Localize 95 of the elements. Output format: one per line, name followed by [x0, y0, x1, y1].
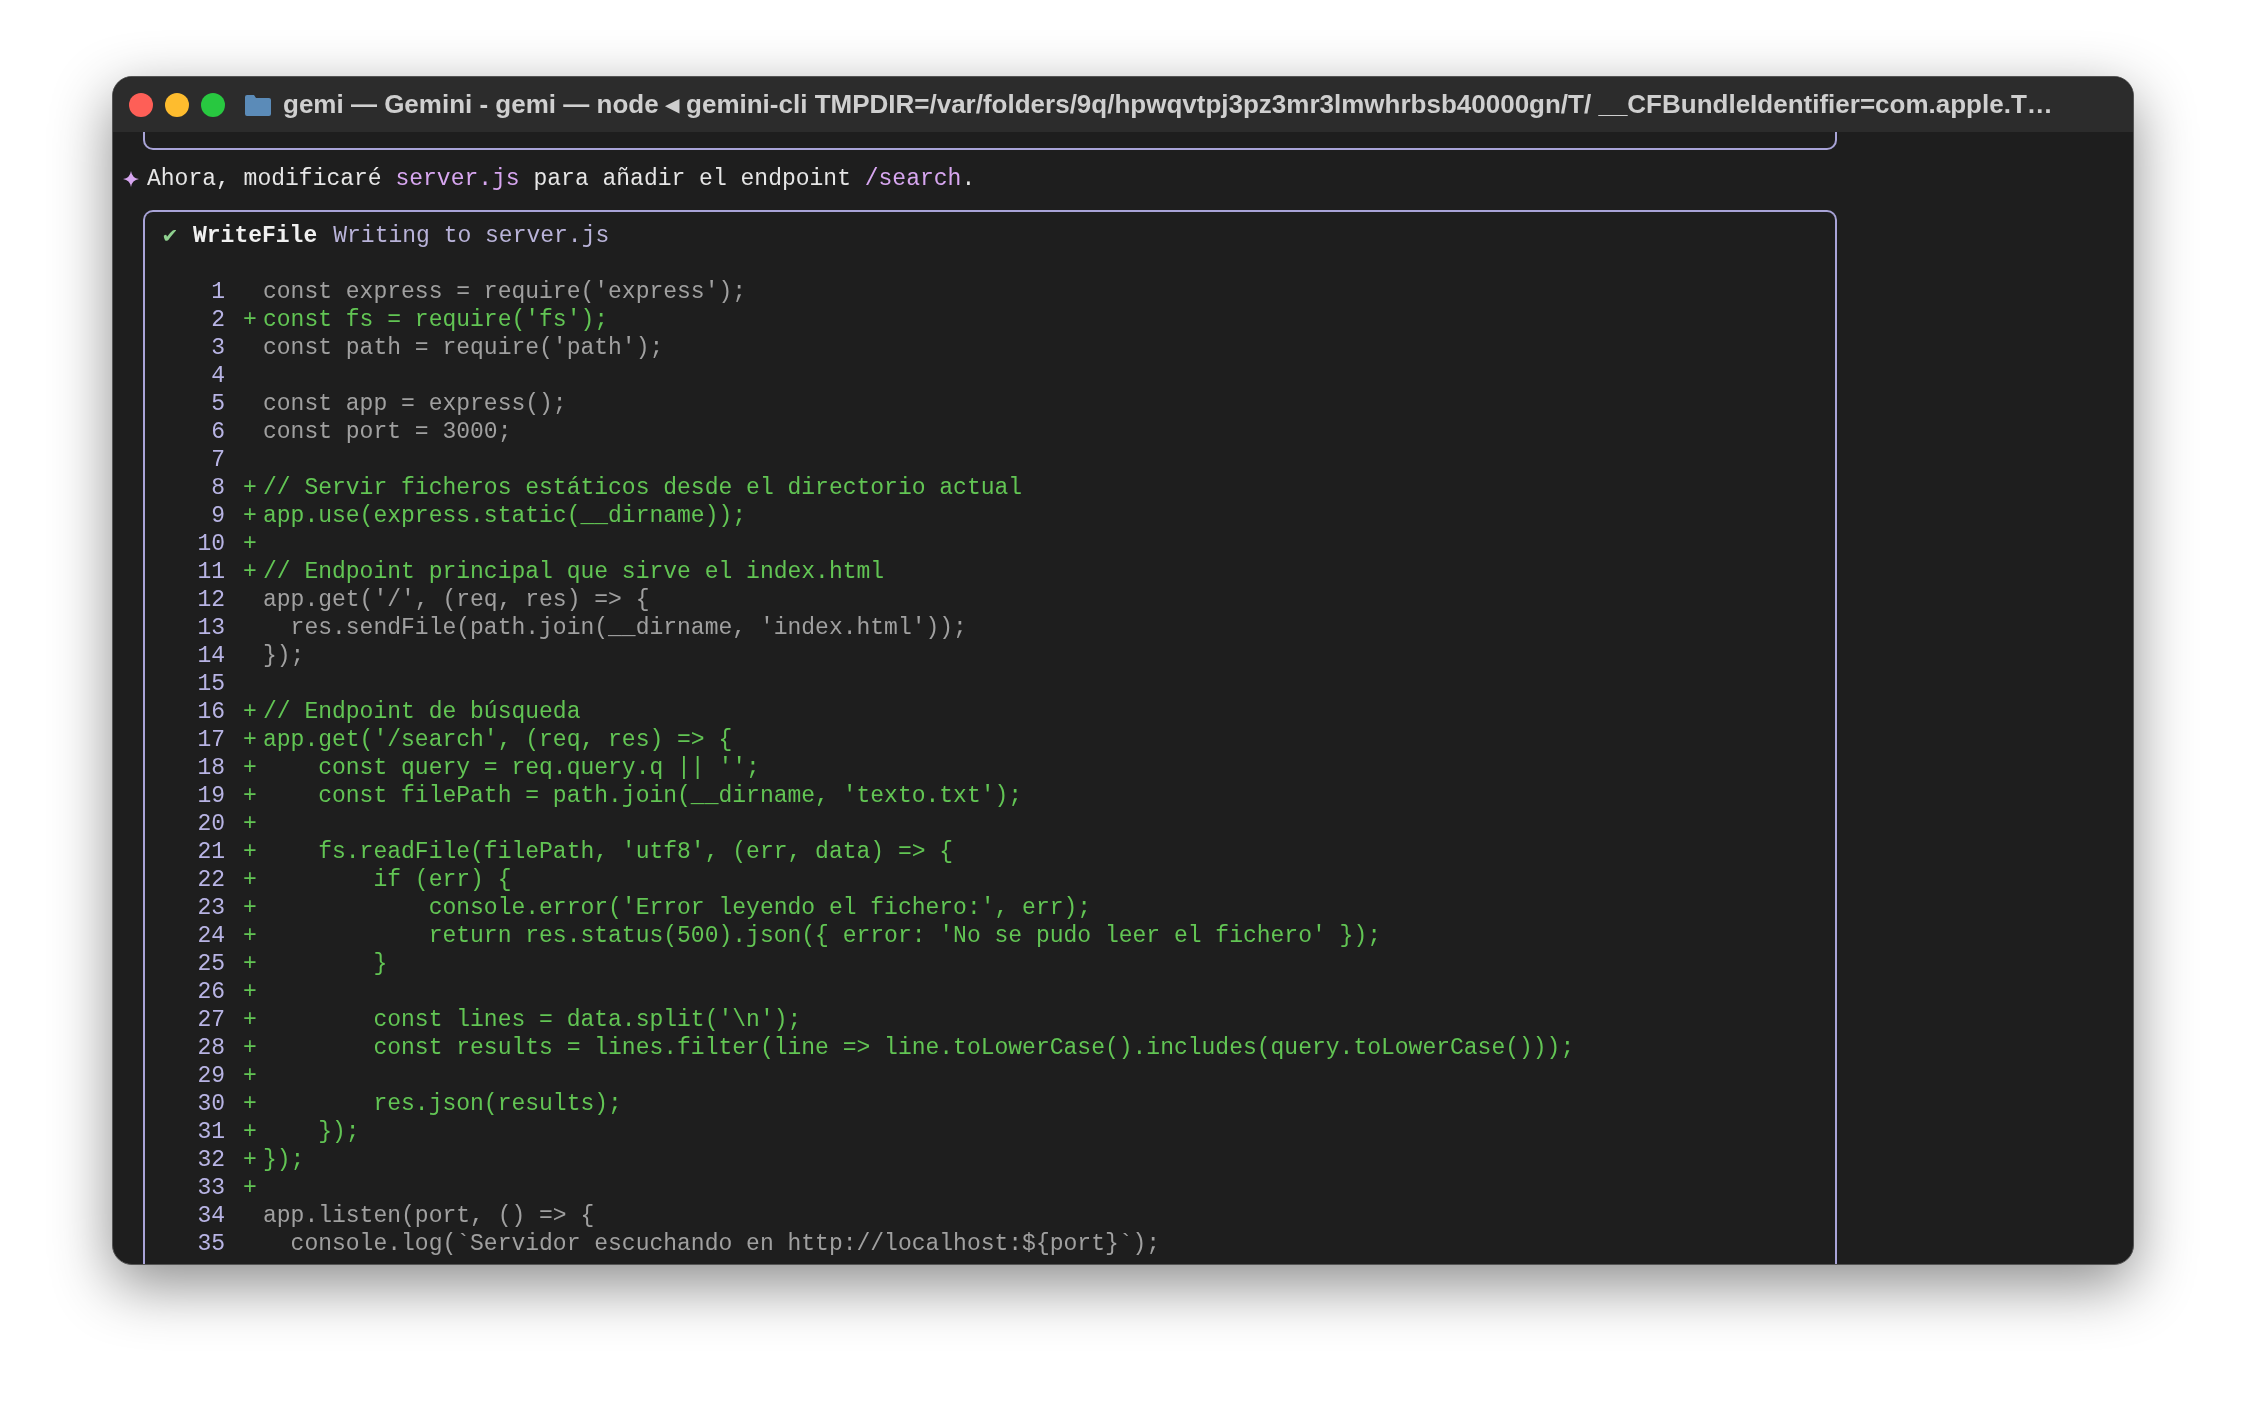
- line-number: 34: [196, 1202, 225, 1230]
- line-number: 6: [210, 418, 225, 446]
- code-line: const fs = require('fs');: [263, 306, 609, 334]
- added-marker: +: [243, 979, 257, 1005]
- line-number: 21: [196, 838, 225, 866]
- line-number: 3: [210, 334, 225, 362]
- code-line: const port = 3000;: [263, 418, 512, 446]
- line-number: 29: [196, 1062, 225, 1090]
- added-marker: +: [243, 811, 257, 837]
- added-marker: +: [243, 531, 257, 557]
- code-line: // Servir ficheros estáticos desde el directorio actual: [263, 474, 1023, 502]
- added-marker: +: [243, 1063, 257, 1089]
- code-line: const app = express();: [263, 390, 567, 418]
- line-number: 25: [196, 950, 225, 978]
- line-number: 10: [196, 530, 225, 558]
- added-marker: +: [243, 895, 257, 921]
- line-number: 15: [196, 670, 225, 698]
- window-title: gemi — Gemini - gemi — node ◂ gemini-cli TMPDIR=/var/folders/9q/hpwqvtpj3pz3mr3lmwhrbsb40000gn/T/ __CFBundleIdentifier=com.apple.T…: [283, 88, 2053, 121]
- line-number: 14: [196, 642, 225, 670]
- line-number: 22: [196, 866, 225, 894]
- message-text: Ahora, modificaré server.js para añadir el endpoint /search.: [147, 165, 976, 193]
- code-line: app.use(express.static(__dirname));: [263, 502, 747, 530]
- line-number: 35: [196, 1230, 225, 1258]
- added-marker: +: [243, 1007, 257, 1033]
- code-line: // Endpoint de búsqueda: [263, 698, 581, 726]
- code-line: const query = req.query.q || '';: [317, 754, 760, 782]
- tool-description: Writing to server.js: [333, 222, 610, 250]
- line-number: 23: [196, 894, 225, 922]
- code-line: const express = require('express');: [263, 278, 747, 306]
- added-marker: +: [243, 1119, 257, 1145]
- added-marker: +: [243, 727, 257, 753]
- line-number: 16: [196, 698, 225, 726]
- line-number: 32: [196, 1146, 225, 1174]
- line-number: 1: [210, 278, 225, 306]
- line-number: 8: [210, 474, 225, 502]
- line-number: 7: [210, 446, 225, 474]
- added-marker: +: [243, 1035, 257, 1061]
- code-line: if (err) {: [372, 866, 512, 894]
- line-number: 20: [196, 810, 225, 838]
- code-line: console.error('Error leyendo el fichero:', err);: [427, 894, 1092, 922]
- added-marker: +: [243, 839, 257, 865]
- folder-icon: [245, 93, 271, 116]
- line-number: 28: [196, 1034, 225, 1062]
- added-marker: +: [243, 307, 257, 333]
- added-marker: +: [243, 699, 257, 725]
- code-line: fs.readFile(filePath, 'utf8', (err, data) => {: [317, 838, 954, 866]
- line-number: 33: [196, 1174, 225, 1202]
- line-number: 11: [196, 558, 225, 586]
- tool-name: WriteFile: [193, 222, 318, 250]
- line-number: 18: [196, 754, 225, 782]
- code-line: res.json(results);: [372, 1090, 622, 1118]
- code-line: const lines = data.split('\n');: [372, 1006, 802, 1034]
- zoom-button[interactable]: [201, 92, 225, 117]
- added-marker: +: [243, 923, 257, 949]
- code-line: });: [263, 1146, 305, 1174]
- code-line: app.listen(port, () => {: [263, 1202, 595, 1230]
- added-marker: +: [243, 1175, 257, 1201]
- minimize-button[interactable]: [165, 92, 189, 117]
- code-line: }: [372, 950, 388, 978]
- added-marker: +: [243, 867, 257, 893]
- added-marker: +: [243, 783, 257, 809]
- code-line: // Endpoint principal que sirve el index.html: [263, 558, 885, 586]
- code-line: app.get('/search', (req, res) => {: [263, 726, 733, 754]
- added-marker: +: [243, 1091, 257, 1117]
- code-line: const results = lines.filter(line => line.toLowerCase().includes(query.toLowerCase()));: [372, 1034, 1575, 1062]
- sparkle-icon: [123, 171, 139, 187]
- code-line: res.sendFile(path.join(__dirname, 'index.html'));: [289, 614, 967, 642]
- code-line: });: [263, 642, 305, 670]
- line-number: 12: [196, 586, 225, 614]
- line-number: 24: [196, 922, 225, 950]
- line-number: 4: [210, 362, 225, 390]
- code-line: app.get('/', (req, res) => {: [263, 586, 650, 614]
- added-marker: +: [243, 503, 257, 529]
- close-button[interactable]: [129, 92, 153, 117]
- line-number: 17: [196, 726, 225, 754]
- status-check: ✔: [163, 222, 178, 250]
- added-marker: +: [243, 951, 257, 977]
- added-marker: +: [243, 475, 257, 501]
- line-number: 9: [210, 502, 225, 530]
- line-number: 13: [196, 614, 225, 642]
- added-marker: +: [243, 559, 257, 585]
- line-number: 31: [196, 1118, 225, 1146]
- code-line: console.log(`Servidor escuchando en http://localhost:${port}`);: [289, 1230, 1161, 1258]
- code-line: const filePath = path.join(__dirname, 'texto.txt');: [317, 782, 1023, 810]
- added-marker: +: [243, 1147, 257, 1173]
- line-number: 2: [210, 306, 225, 334]
- added-marker: +: [243, 755, 257, 781]
- line-number: 19: [196, 782, 225, 810]
- code-line: const path = require('path');: [263, 334, 664, 362]
- line-number: 26: [196, 978, 225, 1006]
- line-number: 27: [196, 1006, 225, 1034]
- line-number: 30: [196, 1090, 225, 1118]
- code-line: });: [317, 1118, 360, 1146]
- line-number: 5: [210, 390, 225, 418]
- code-line: return res.status(500).json({ error: 'No se pudo leer el fichero' });: [427, 922, 1381, 950]
